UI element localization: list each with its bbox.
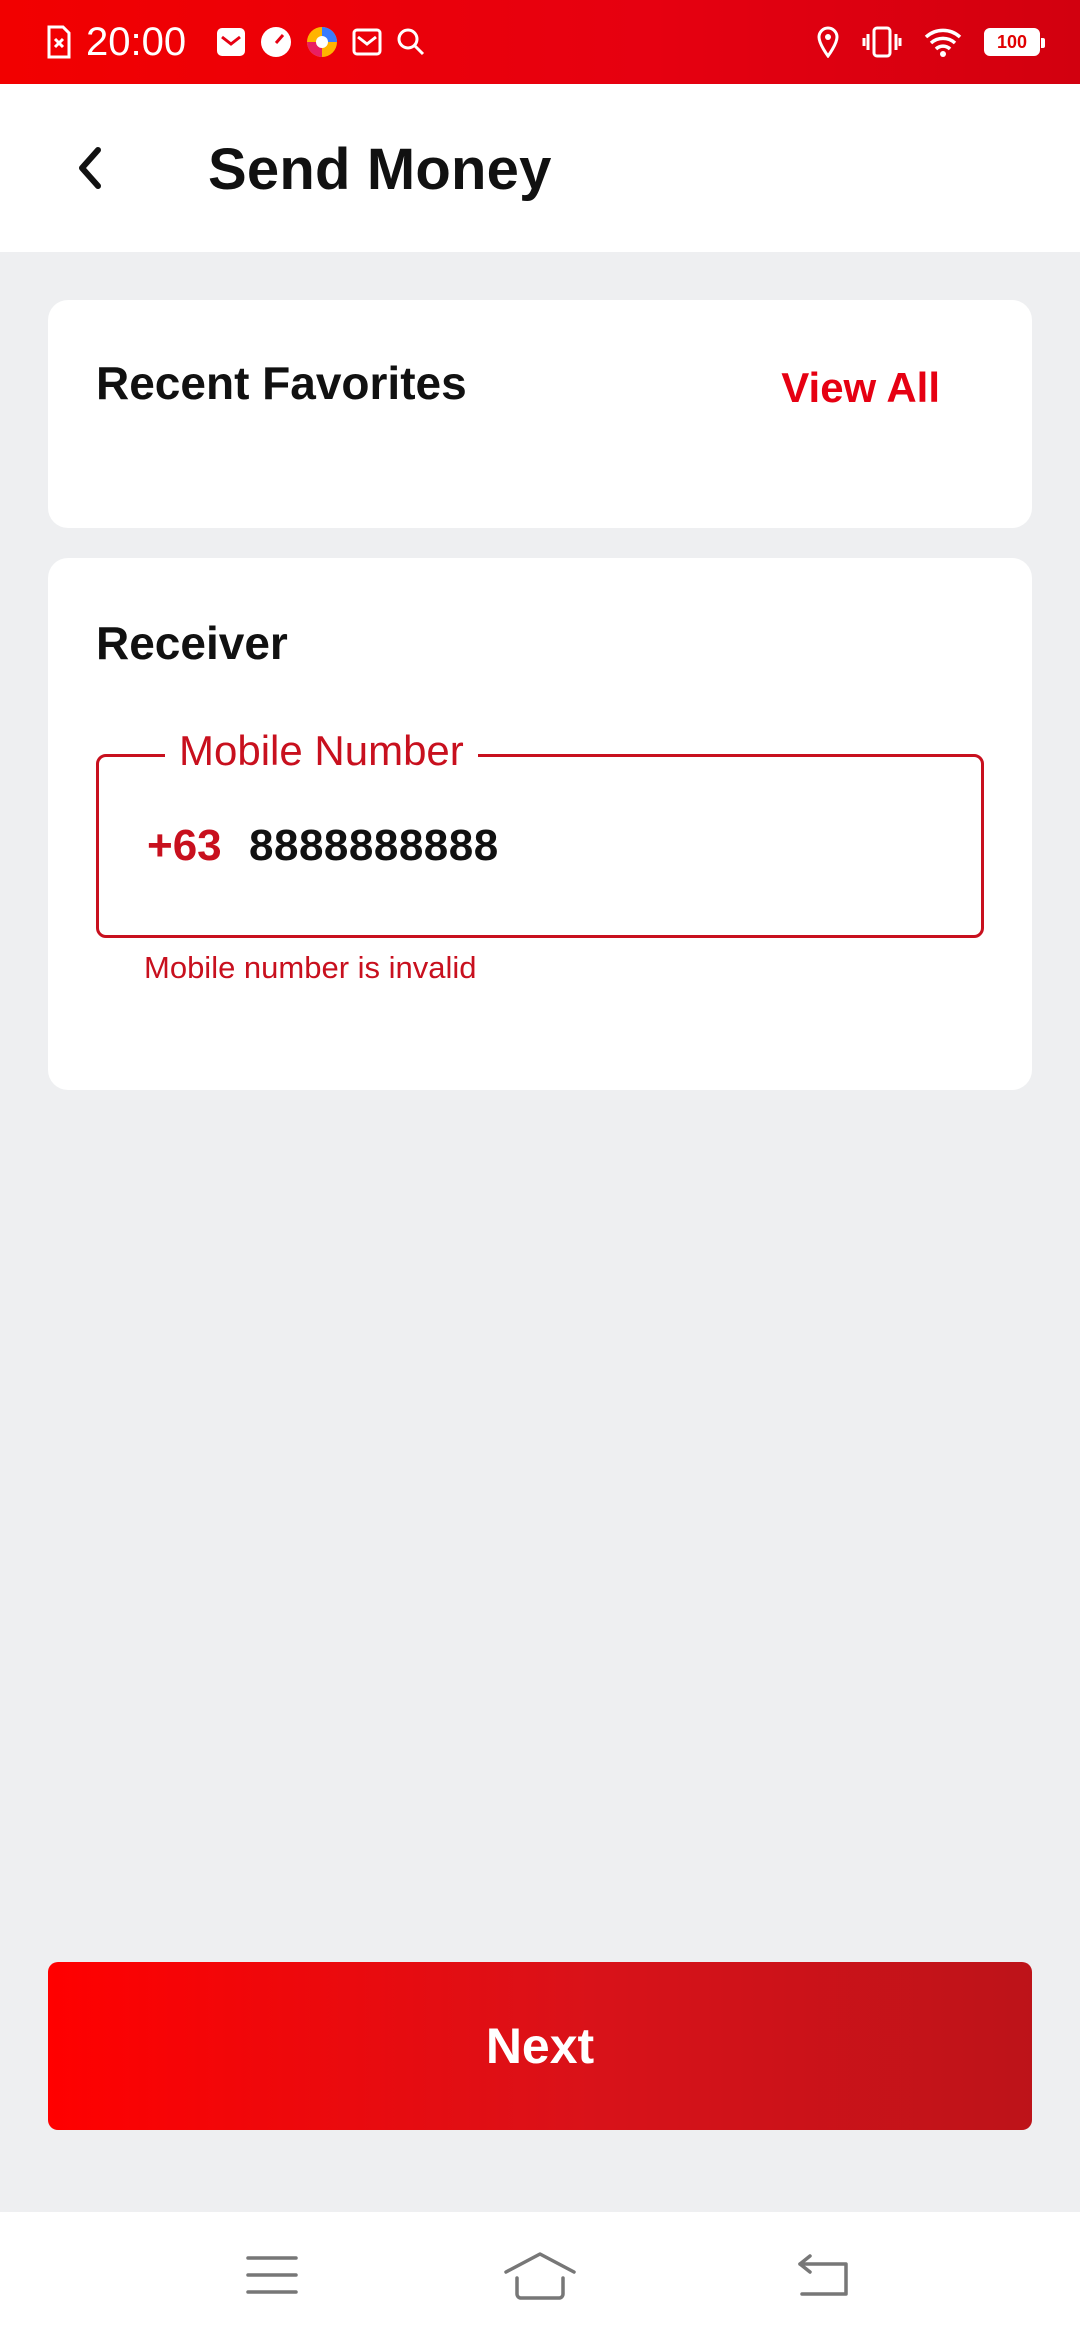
home-icon	[503, 2250, 577, 2305]
browser-icon	[306, 26, 338, 58]
system-back-button[interactable]	[784, 2242, 864, 2312]
mobile-number-input[interactable]: 8888888888	[249, 821, 499, 871]
inbox-icon	[352, 27, 382, 57]
sim-icon	[46, 25, 72, 59]
favorites-card: Recent Favorites View All	[48, 300, 1032, 528]
page-title: Send Money	[208, 137, 552, 202]
gauge-icon	[260, 26, 292, 58]
status-bar: 20:00 100	[0, 0, 1080, 84]
mobile-number-label: Mobile Number	[165, 727, 478, 775]
recent-apps-button[interactable]	[232, 2242, 312, 2312]
status-time: 20:00	[86, 19, 187, 64]
menu-icon	[245, 2254, 299, 2301]
chevron-left-icon	[76, 146, 104, 195]
mobile-number-error: Mobile number is invalid	[144, 950, 477, 985]
mobile-number-field[interactable]: Mobile Number +63 8888888888	[96, 727, 984, 938]
location-icon	[816, 26, 840, 58]
receiver-card: Receiver Mobile Number +63 8888888888 Mo…	[48, 558, 1032, 1090]
back-button[interactable]	[48, 128, 132, 212]
battery-icon: 100	[984, 28, 1045, 56]
next-button[interactable]: Next	[48, 1962, 1032, 2130]
favorites-title: Recent Favorites	[96, 357, 467, 409]
navigation-bar	[0, 2212, 1080, 2340]
search-icon	[396, 27, 426, 57]
wifi-icon	[924, 26, 962, 58]
send-money-screen: 20:00 100 Send Money Recent Favorites Vi…	[0, 0, 1080, 2340]
back-icon	[796, 2252, 852, 2303]
home-button[interactable]	[500, 2242, 580, 2312]
receiver-title: Receiver	[96, 617, 288, 669]
vibrate-icon	[862, 26, 902, 58]
app-bar: Send Money	[0, 84, 1080, 252]
mail-icon	[216, 27, 246, 57]
country-code: +63	[147, 821, 222, 870]
view-all-link[interactable]: View All	[781, 364, 940, 412]
